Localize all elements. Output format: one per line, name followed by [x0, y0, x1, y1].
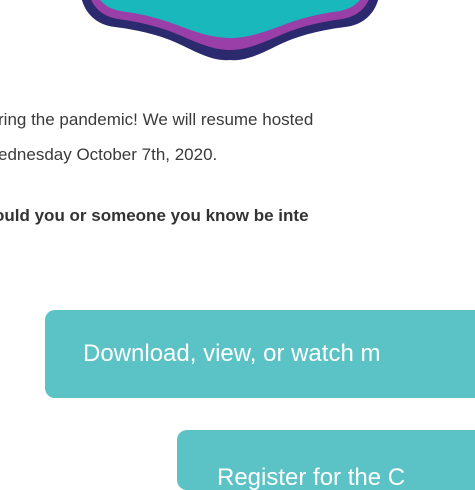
register-button[interactable]: Register for the C — [177, 430, 475, 490]
logo-wave-graphic — [82, 0, 378, 61]
register-button-label: Register for the C — [217, 464, 406, 490]
announcement-text-line-1: ring the pandemic! We will resume hosted — [0, 110, 314, 129]
interest-question: ould you or someone you know be inte — [0, 206, 309, 225]
download-button-label: Download, view, or watch m — [83, 340, 381, 367]
announcement-text-line-2: ednesday October 7th, 2020. — [0, 145, 218, 164]
download-button[interactable]: Download, view, or watch m — [45, 310, 475, 398]
